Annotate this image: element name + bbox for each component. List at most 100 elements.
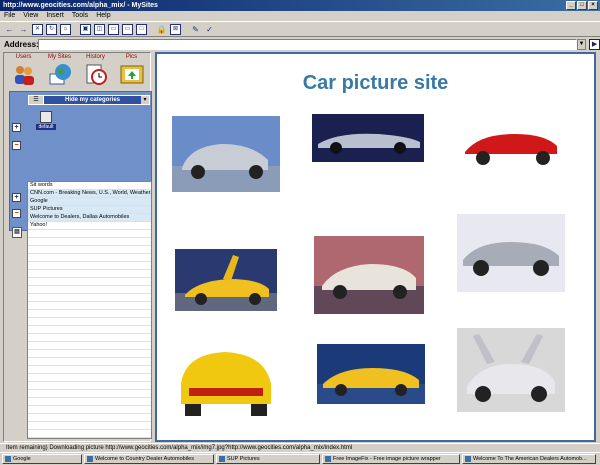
close-button[interactable]: × bbox=[588, 1, 598, 10]
unlock-icon[interactable]: ⊠ bbox=[170, 23, 181, 35]
status-bar: Item remaining) Downloading picture http… bbox=[0, 443, 600, 452]
address-label: Address: bbox=[4, 39, 39, 49]
taskbar-item[interactable]: Welcome To The American Dealers Automob.… bbox=[462, 454, 596, 464]
car-image-yellow-rear-view[interactable] bbox=[177, 344, 275, 419]
category-header[interactable]: ☰ Hide my categories ▾ bbox=[28, 95, 150, 105]
list-item[interactable]: SUP Pictures bbox=[28, 206, 151, 214]
category-dropdown-icon[interactable]: ▾ bbox=[141, 96, 149, 104]
menu-insert[interactable]: Insert bbox=[46, 11, 64, 21]
folder-icon bbox=[40, 111, 52, 123]
layout-bottom-icon[interactable]: ▭ bbox=[122, 23, 133, 35]
list-item[interactable]: Yahoo! bbox=[28, 222, 151, 230]
sidebar-tab-users[interactable]: Users bbox=[7, 53, 40, 90]
list-item bbox=[28, 278, 151, 286]
add-category-button[interactable]: + bbox=[12, 123, 21, 132]
stop-icon[interactable]: ✕ bbox=[32, 23, 43, 35]
list-item bbox=[28, 398, 151, 406]
refresh-icon[interactable]: ↻ bbox=[46, 23, 57, 35]
go-arrow-icon[interactable]: ▶ bbox=[589, 38, 600, 50]
list-item bbox=[28, 326, 151, 334]
forward-icon[interactable]: → bbox=[18, 24, 29, 35]
layout-top-icon[interactable]: ▭ bbox=[108, 23, 119, 35]
home-icon[interactable]: ⌂ bbox=[60, 23, 71, 35]
toolbar: ← → ✕ ↻ ⌂ ▣ ◫ ▭ ▭ □ 🔒 ⊠ ✎ ✓ bbox=[0, 21, 600, 37]
minimize-button[interactable]: _ bbox=[566, 1, 576, 10]
lock-icon[interactable]: 🔒 bbox=[156, 24, 167, 35]
list-item bbox=[28, 390, 151, 398]
list-item[interactable]: Sit words bbox=[28, 182, 151, 190]
list-item bbox=[28, 270, 151, 278]
remove-category-button[interactable]: − bbox=[12, 141, 21, 150]
list-item bbox=[28, 414, 151, 422]
menu-view[interactable]: View bbox=[23, 11, 38, 21]
window-icon bbox=[219, 456, 225, 462]
window-controls: _ □ × bbox=[566, 1, 598, 10]
list-item bbox=[28, 310, 151, 318]
taskbar-item-label: SUP Pictures bbox=[227, 456, 260, 462]
sidebar-tab-pics[interactable]: Pics bbox=[115, 53, 148, 90]
check-icon[interactable]: ✓ bbox=[204, 24, 215, 35]
menu-file[interactable]: File bbox=[4, 11, 15, 21]
add-site-button[interactable]: + bbox=[12, 193, 21, 202]
menu-help[interactable]: Help bbox=[96, 11, 110, 21]
layout-split-icon[interactable]: ◫ bbox=[94, 23, 105, 35]
car-image-silver-porsche[interactable] bbox=[172, 116, 280, 192]
list-item bbox=[28, 430, 151, 438]
window-icon bbox=[87, 456, 93, 462]
car-image-silver-convertible[interactable] bbox=[457, 214, 565, 292]
page-icon[interactable]: ▤ bbox=[12, 227, 22, 238]
list-item bbox=[28, 422, 151, 430]
list-item bbox=[28, 238, 151, 246]
list-item bbox=[28, 246, 151, 254]
list-item bbox=[28, 334, 151, 342]
maximize-button[interactable]: □ bbox=[577, 1, 587, 10]
car-image-red-sports-car[interactable] bbox=[457, 116, 565, 174]
layout-single-icon[interactable]: ▣ bbox=[80, 23, 91, 35]
taskbar: Google Welcome to Country Dealer Automob… bbox=[0, 452, 600, 465]
car-image-silver-mclaren-doors[interactable] bbox=[457, 328, 565, 412]
taskbar-item-label: Google bbox=[13, 456, 31, 462]
car-image-white-exotic[interactable] bbox=[314, 236, 424, 314]
globe-icon bbox=[49, 64, 71, 85]
list-item bbox=[28, 302, 151, 310]
address-bar: Address: ▼ ▶ bbox=[0, 37, 600, 51]
taskbar-item-label: Free ImageFix - Free image picture wrapp… bbox=[333, 456, 441, 462]
sidebar-tab-my-sites[interactable]: My Sites bbox=[43, 53, 76, 90]
list-view-icon[interactable]: ☰ bbox=[29, 96, 44, 104]
list-item[interactable]: CNN.com - Breaking News, U.S., World, We… bbox=[28, 190, 151, 198]
sidebar-tab-label: Pics bbox=[125, 54, 138, 60]
remove-site-button[interactable]: − bbox=[12, 209, 21, 218]
window-titlebar: http://www.geocities.com/alpha_mix/ - My… bbox=[0, 0, 600, 11]
history-clock-icon bbox=[86, 64, 107, 85]
taskbar-item[interactable]: Google bbox=[2, 454, 82, 464]
taskbar-item-label: Welcome to Country Dealer Automobiles bbox=[95, 456, 194, 462]
window-icon bbox=[5, 456, 11, 462]
hide-categories-label: Hide my categories bbox=[64, 97, 121, 103]
list-item bbox=[28, 342, 151, 350]
category-folder[interactable]: default bbox=[36, 111, 56, 130]
sidebar: Users My Sites History Pics ☰ Hide my ca… bbox=[3, 52, 152, 442]
list-item bbox=[28, 366, 151, 374]
list-item[interactable]: Google bbox=[28, 198, 151, 206]
menu-tools[interactable]: Tools bbox=[72, 11, 88, 21]
address-dropdown-icon[interactable]: ▼ bbox=[577, 38, 587, 50]
tools-icon[interactable]: ✎ bbox=[190, 24, 201, 35]
layout-full-icon[interactable]: □ bbox=[136, 23, 147, 35]
list-item bbox=[28, 374, 151, 382]
sidebar-tabs: Users My Sites History Pics bbox=[4, 53, 150, 90]
taskbar-item[interactable]: Welcome to Country Dealer Automobiles bbox=[84, 454, 214, 464]
taskbar-item[interactable]: SUP Pictures bbox=[216, 454, 320, 464]
list-item bbox=[28, 262, 151, 270]
back-icon[interactable]: ← bbox=[4, 24, 15, 35]
web-content: Car picture site bbox=[155, 52, 596, 442]
sidebar-tab-history[interactable]: History bbox=[79, 53, 112, 90]
list-item bbox=[28, 230, 151, 238]
car-image-yellow-coupe[interactable] bbox=[317, 344, 425, 404]
taskbar-item[interactable]: Free ImageFix - Free image picture wrapp… bbox=[322, 454, 460, 464]
address-input[interactable] bbox=[38, 38, 578, 50]
page-title: Car picture site bbox=[302, 72, 449, 94]
menu-bar: File View Insert Tools Help bbox=[0, 11, 600, 21]
car-image-yellow-lamborghini-doors[interactable] bbox=[175, 249, 277, 311]
car-image-silver-roadster[interactable] bbox=[312, 114, 424, 162]
list-item[interactable]: Welcome to Dealers, Dallas Automobiles bbox=[28, 214, 151, 222]
